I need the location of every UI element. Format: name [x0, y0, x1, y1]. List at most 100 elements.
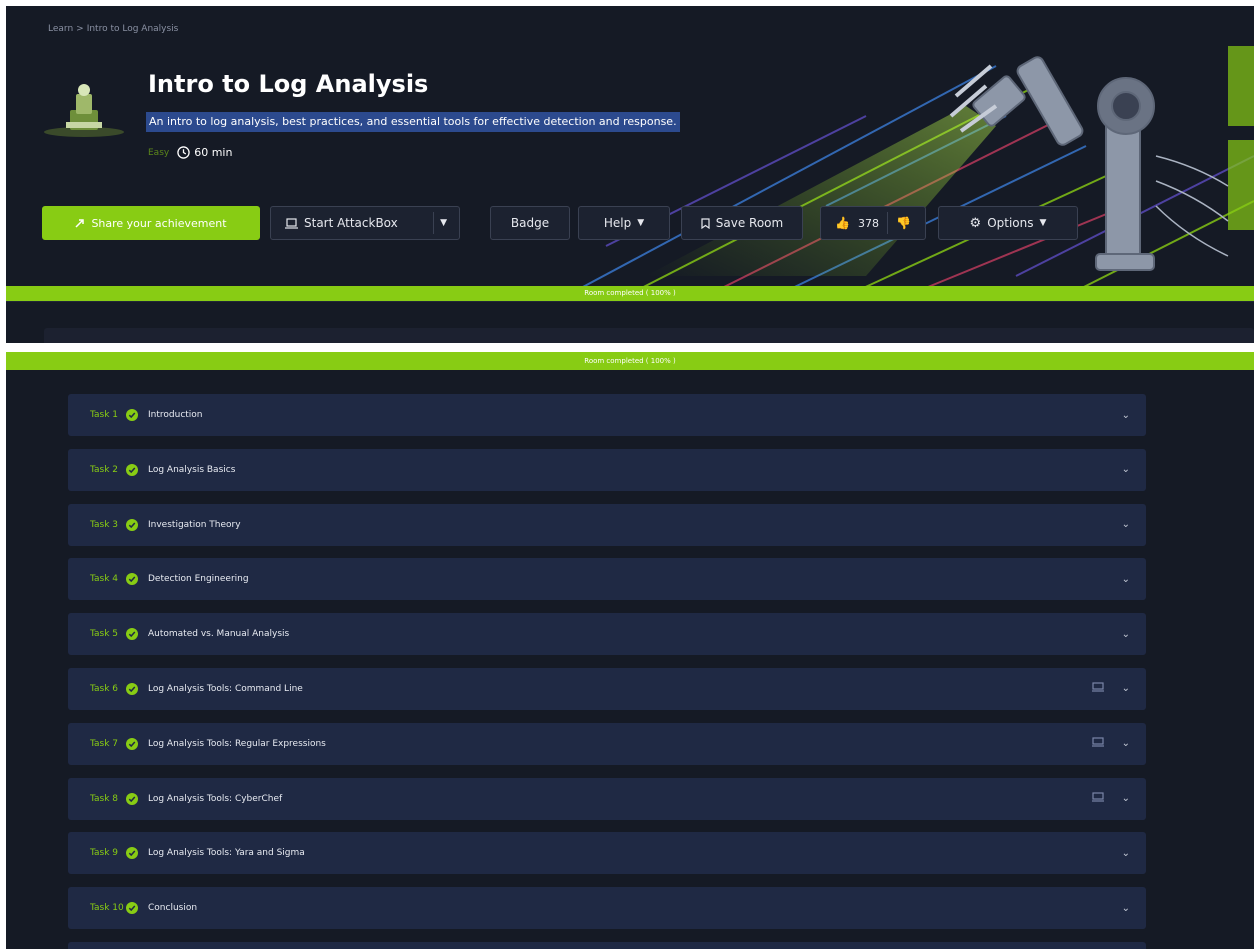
chevron-down-icon[interactable]: ⌄: [1122, 464, 1130, 475]
clock-icon: [177, 146, 190, 159]
room-description: An intro to log analysis, best practices…: [146, 112, 680, 132]
save-room-label: Save Room: [715, 216, 784, 230]
check-circle-icon: [126, 628, 138, 641]
task-number: Task 9: [90, 848, 119, 859]
laptop-icon: [285, 217, 298, 229]
difficulty-badge: Easy: [148, 147, 170, 158]
task-title: Log Analysis Tools: CyberChef: [148, 793, 283, 804]
help-label: Help: [603, 216, 632, 230]
thumbs-up-icon[interactable]: 👍: [835, 216, 850, 230]
chevron-down-icon[interactable]: ⌄: [1122, 903, 1130, 914]
task-title: Conclusion: [148, 903, 198, 914]
task-row-partial: [68, 941, 1146, 949]
task-title: Introduction: [148, 410, 203, 420]
likes-count: 378: [858, 216, 879, 230]
progress-label: Room completed ( 100% ): [584, 289, 676, 297]
task-number: Task 2: [90, 464, 119, 475]
duration-label: 60 min: [194, 146, 233, 159]
task-number: Task 7: [90, 738, 119, 749]
chevron-down-icon[interactable]: ⌄: [1122, 574, 1130, 585]
task-row-2[interactable]: Task 2 Log Analysis Basics ⌄: [68, 448, 1146, 491]
task-row-9[interactable]: Task 9 Log Analysis Tools: Yara and Sigm…: [68, 832, 1146, 875]
room-meta: Easy 60 min: [148, 146, 232, 159]
task-row-3[interactable]: Task 3 Investigation Theory ⌄: [68, 503, 1146, 546]
task-number: Task 3: [90, 519, 119, 530]
chevron-down-icon[interactable]: ⌄: [1122, 519, 1130, 530]
chevron-down-icon: ▼: [1039, 218, 1047, 228]
check-circle-icon: [126, 737, 138, 750]
help-button[interactable]: Help ▼: [578, 206, 670, 240]
task-title: Investigation Theory: [148, 519, 241, 530]
chevron-down-icon[interactable]: ⌄: [1122, 848, 1130, 859]
start-attackbox-button[interactable]: Start AttackBox ▼: [270, 206, 460, 240]
task-title: Log Analysis Tools: Yara and Sigma: [148, 848, 305, 859]
task-number: Task 4: [90, 574, 119, 585]
button-divider: [433, 212, 435, 234]
check-circle-icon: [126, 902, 138, 915]
breadcrumb-current: Intro to Log Analysis: [86, 24, 179, 34]
chevron-down-icon[interactable]: ⌄: [1122, 793, 1130, 804]
task-number: Task 10: [90, 903, 124, 914]
check-circle-icon: [126, 463, 138, 476]
check-circle-icon: [126, 792, 138, 805]
task-row-8[interactable]: Task 8 Log Analysis Tools: CyberChef ⌄: [68, 777, 1146, 820]
task-title: Detection Engineering: [148, 574, 249, 585]
save-room-button[interactable]: Save Room: [681, 206, 803, 240]
task-title: Log Analysis Basics: [148, 464, 236, 475]
task-title: Automated vs. Manual Analysis: [148, 629, 290, 640]
task-row-10[interactable]: Task 10 Conclusion ⌄: [68, 887, 1146, 930]
task-title: Log Analysis Tools: Regular Expressions: [148, 738, 326, 749]
duration: 60 min: [177, 146, 232, 159]
bookmark-icon: [701, 217, 710, 229]
gear-icon: ⚙: [969, 215, 982, 231]
breadcrumb-separator: >: [76, 24, 84, 34]
task-row-6[interactable]: Task 6 Log Analysis Tools: Command Line …: [68, 667, 1146, 710]
task-list: Task 1 Introduction ⌄ Task 2 Log Analysi…: [68, 394, 1146, 949]
task-row-5[interactable]: Task 5 Automated vs. Manual Analysis ⌄: [68, 613, 1146, 656]
share-icon: [75, 219, 85, 228]
task-number: Task 8: [90, 793, 119, 804]
task-card-edge: [44, 328, 1254, 343]
breadcrumb: Learn > Intro to Log Analysis: [48, 24, 178, 34]
share-achievement-button[interactable]: Share your achievement: [42, 206, 260, 240]
vote-divider: [887, 212, 888, 234]
start-attackbox-label: Start AttackBox: [304, 216, 398, 230]
check-circle-icon: [126, 409, 138, 421]
check-circle-icon: [126, 518, 138, 531]
chevron-down-icon[interactable]: ▼: [440, 218, 447, 228]
room-title: Intro to Log Analysis: [148, 70, 429, 98]
breadcrumb-root[interactable]: Learn: [48, 24, 73, 34]
task-number: Task 5: [90, 629, 119, 640]
check-circle-icon: [126, 847, 138, 860]
check-circle-icon: [126, 682, 138, 695]
options-label: Options: [987, 216, 1034, 230]
divider: [6, 301, 1254, 302]
chevron-down-icon: ▼: [637, 218, 645, 228]
chevron-down-icon[interactable]: ⌄: [1122, 410, 1130, 421]
options-button[interactable]: ⚙ Options ▼: [938, 206, 1078, 240]
room-header: Learn > Intro to Log Analysis Intro to Log…: [6, 6, 1254, 343]
task-list-panel: Room completed ( 100% ) Task 1 Introduct…: [6, 352, 1254, 949]
check-circle-icon: [126, 573, 138, 586]
vote-group: 👍 378 👎: [820, 206, 926, 240]
thumbs-down-icon[interactable]: 👎: [896, 216, 911, 230]
task-number: Task 6: [90, 683, 119, 694]
chevron-down-icon[interactable]: ⌄: [1122, 629, 1130, 640]
task-number: Task 1: [90, 410, 119, 420]
machine-icon: [1091, 737, 1104, 750]
chevron-down-icon[interactable]: ⌄: [1122, 683, 1130, 694]
room-logo: [44, 84, 124, 137]
task-row-4[interactable]: Task 4 Detection Engineering ⌄: [68, 558, 1146, 601]
badge-button[interactable]: Badge: [490, 206, 570, 240]
chevron-down-icon[interactable]: ⌄: [1122, 738, 1130, 749]
progress-label: Room completed ( 100% ): [584, 357, 676, 365]
machine-icon: [1091, 682, 1104, 695]
badge-label: Badge: [510, 216, 550, 230]
task-row-1[interactable]: Task 1 Introduction ⌄: [68, 394, 1146, 436]
room-progress-bar: Room completed ( 100% ): [6, 286, 1254, 301]
task-row-7[interactable]: Task 7 Log Analysis Tools: Regular Expre…: [68, 722, 1146, 765]
machine-icon: [1091, 792, 1104, 805]
share-achievement-label: Share your achievement: [91, 216, 227, 230]
task-title: Log Analysis Tools: Command Line: [148, 683, 303, 694]
room-progress-bar: Room completed ( 100% ): [6, 352, 1254, 370]
